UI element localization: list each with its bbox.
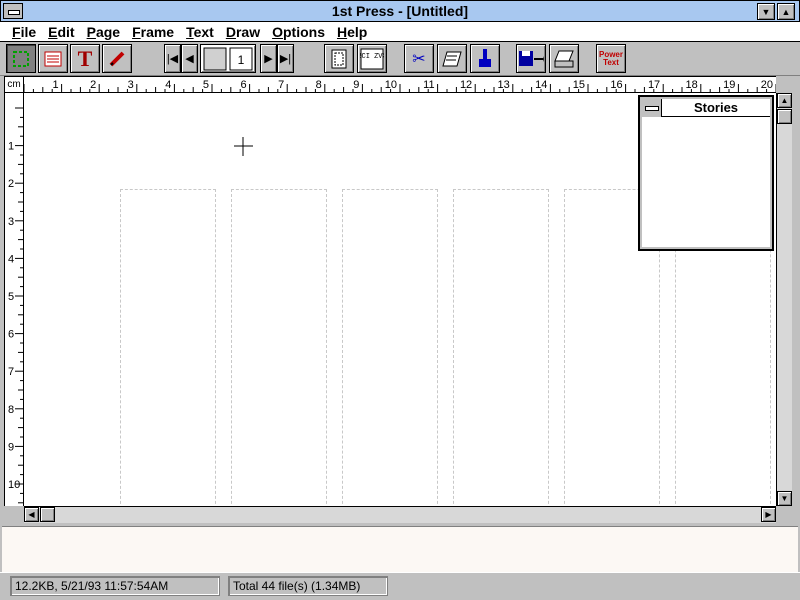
prev-page-icon[interactable]: ◀ — [181, 44, 198, 73]
ruler-label: 18 — [686, 79, 698, 91]
scroll-up-icon[interactable]: ▲ — [777, 93, 792, 108]
maximize-button[interactable]: ▲ — [777, 3, 795, 20]
horizontal-scroll-thumb[interactable] — [40, 507, 55, 522]
next-page-icon[interactable]: ▶ — [260, 44, 277, 73]
page-number: 1 — [238, 53, 245, 67]
menu-draw[interactable]: Draw — [226, 24, 260, 40]
menu-help[interactable]: Help — [337, 24, 367, 40]
ruler-label: 4 — [165, 79, 171, 91]
scroll-right-icon[interactable]: ▶ — [761, 507, 776, 522]
ruler-label: 13 — [498, 79, 510, 91]
ruler-label: 6 — [240, 79, 246, 91]
horizontal-scrollbar[interactable]: ◀ ▶ — [24, 506, 776, 523]
menu-page[interactable]: Page — [87, 24, 120, 40]
scroll-down-icon[interactable]: ▼ — [777, 491, 792, 506]
ruler-label: 11 — [423, 79, 434, 91]
column-guide — [120, 189, 216, 506]
menu-bar: File Edit Page Frame Text Draw Options H… — [0, 22, 800, 42]
message-area — [2, 526, 798, 572]
pencil-icon[interactable] — [102, 44, 132, 73]
window-title: 1st Press - [Untitled] — [331, 3, 469, 19]
ruler-label: 1 — [8, 141, 14, 153]
ruler-label: 8 — [8, 404, 14, 416]
ruler-label: 5 — [203, 79, 209, 91]
ruler-label: 9 — [8, 441, 14, 453]
ruler-label: 20 — [761, 79, 773, 91]
vertical-scroll-thumb[interactable] — [777, 109, 792, 124]
menu-text[interactable]: Text — [186, 24, 214, 40]
ruler-label: 16 — [610, 79, 622, 91]
last-page-icon[interactable]: ▶| — [277, 44, 294, 73]
vertical-scrollbar[interactable]: ▲ ▼ — [776, 93, 792, 506]
ruler-label: 7 — [278, 79, 284, 91]
horizontal-ruler-ticks: 1 2 3 4 5 6 7 8 9 10 11 12 13 14 15 16 17 18 19 20 — [24, 79, 776, 92]
ruler-label: 6 — [8, 329, 14, 341]
ruler-label: 17 — [648, 79, 660, 91]
ruler-label: 3 — [128, 79, 134, 91]
system-menu-icon[interactable] — [3, 3, 23, 19]
status-total: Total 44 file(s) (1.34MB) — [228, 576, 388, 596]
status-bar: 12.2KB, 5/21/93 11:57:54AM Total 44 file… — [0, 572, 800, 600]
first-page-icon[interactable]: |◀ — [164, 44, 181, 73]
ruler-unit: cm — [4, 76, 24, 93]
ruler-label: 12 — [460, 79, 472, 91]
stories-system-menu-icon[interactable] — [642, 98, 662, 117]
horizontal-ruler[interactable]: 1 2 3 4 5 6 7 8 9 10 11 12 13 14 15 16 17 18 19 20 — [24, 76, 776, 93]
ruler-label: 19 — [723, 79, 735, 91]
ruler-label: 7 — [8, 366, 14, 378]
save-icon[interactable] — [516, 44, 546, 73]
menu-options[interactable]: Options — [272, 24, 325, 40]
ruler-label: 1 — [52, 79, 58, 91]
title-bar: 1st Press - [Untitled] ▼ ▲ — [0, 0, 800, 22]
frame-tool-icon[interactable] — [38, 44, 68, 73]
minimize-button[interactable]: ▼ — [757, 3, 775, 20]
ruler-label: 8 — [316, 79, 322, 91]
ruler-label: 4 — [8, 253, 14, 265]
column-guide — [231, 189, 327, 506]
vertical-ruler[interactable]: 1234567891011 — [4, 93, 24, 506]
vertical-ruler-ticks: 1234567891011 — [8, 107, 23, 504]
ruler-label: 5 — [8, 291, 14, 303]
page-layout-icon[interactable] — [324, 44, 354, 73]
scroll-left-icon[interactable]: ◀ — [24, 507, 39, 522]
ruler-label: 3 — [8, 216, 14, 228]
ruler-label: 2 — [90, 79, 96, 91]
column-guide — [453, 189, 549, 506]
frame-select-icon[interactable] — [6, 44, 36, 73]
power-text-icon[interactable]: Power Text — [596, 44, 626, 73]
ruler-label: 9 — [353, 79, 359, 91]
paste-icon[interactable] — [437, 44, 467, 73]
toolbar: T |◀ ◀ 1 ▶ ▶| ABCI ZVXL ✂ Power Text — [0, 42, 800, 76]
scissors-icon[interactable]: ✂ — [404, 44, 434, 73]
stories-title: Stories — [693, 100, 739, 115]
text-tool-icon[interactable]: T — [70, 44, 100, 73]
ruler-label: 10 — [385, 79, 397, 91]
crosshair-cursor-icon — [234, 137, 253, 156]
page-view-icon[interactable]: 1 — [200, 44, 256, 73]
print-icon[interactable] — [549, 44, 579, 73]
column-guide — [342, 189, 438, 506]
font-icon-label: ABCI ZVXL — [360, 53, 384, 61]
stories-title-bar[interactable]: Stories — [642, 98, 770, 117]
menu-frame[interactable]: Frame — [132, 24, 174, 40]
menu-edit[interactable]: Edit — [48, 24, 74, 40]
status-file-info: 12.2KB, 5/21/93 11:57:54AM — [10, 576, 220, 596]
ruler-label: 15 — [573, 79, 585, 91]
ruler-label: 10 — [8, 479, 20, 491]
paint-brush-icon[interactable] — [470, 44, 500, 73]
ruler-label: 2 — [8, 178, 14, 190]
stories-palette[interactable]: Stories — [638, 95, 774, 251]
ruler-label: 14 — [535, 79, 547, 91]
menu-file[interactable]: File — [12, 24, 36, 40]
font-icon[interactable]: ABCI ZVXL — [357, 44, 387, 73]
